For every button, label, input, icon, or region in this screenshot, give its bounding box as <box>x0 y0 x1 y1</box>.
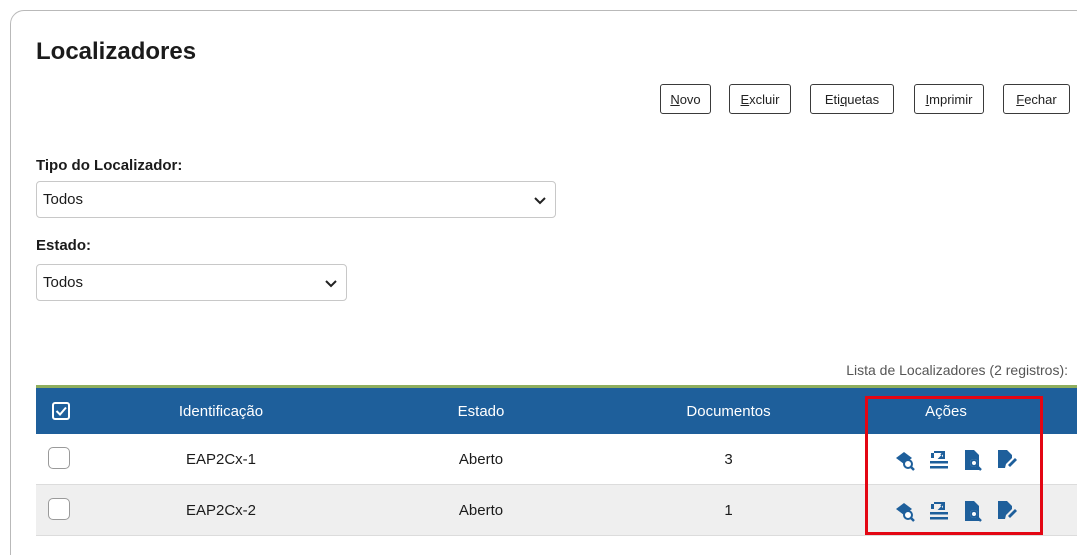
search-locator-icon[interactable] <box>894 500 916 522</box>
edit-icon[interactable] <box>996 449 1018 471</box>
table-header: Identificação Estado Documentos Ações <box>36 385 1077 434</box>
excluir-accel: E <box>740 91 750 107</box>
column-documentos[interactable]: Documentos <box>666 388 791 434</box>
estado-value: Todos <box>43 274 84 291</box>
document-search-icon[interactable] <box>962 449 984 471</box>
search-locator-icon[interactable] <box>894 449 916 471</box>
select-all-checkbox[interactable] <box>46 388 76 434</box>
table-row: EAP2Cx-2 Aberto 1 <box>36 485 1077 536</box>
novo-label: ovo <box>679 91 701 107</box>
edit-icon[interactable] <box>996 500 1018 522</box>
checkbox-checked-icon <box>52 402 70 420</box>
fechar-accel: F <box>1016 91 1025 107</box>
row-estado: Aberto <box>458 451 504 468</box>
fechar-label: echar <box>1024 91 1057 107</box>
etiquetas-label-end: uetas <box>847 91 880 107</box>
row-actions <box>886 434 1026 485</box>
tipo-localizador-value: Todos <box>43 191 84 208</box>
novo-button[interactable]: Novo <box>660 84 711 114</box>
imprimir-button[interactable]: Imprimir <box>914 84 984 114</box>
novo-accel: N <box>670 91 680 107</box>
chevron-down-icon <box>534 196 546 204</box>
chevron-down-icon <box>325 279 337 287</box>
etiquetas-accel: q <box>840 91 848 107</box>
row-identificacao: EAP2Cx-2 <box>185 502 257 519</box>
column-identificacao[interactable]: Identificação <box>146 388 296 434</box>
row-checkbox[interactable] <box>48 447 70 469</box>
row-actions <box>886 485 1026 536</box>
imprimir-label: mprimir <box>929 91 973 107</box>
row-identificacao: EAP2Cx-1 <box>185 451 257 468</box>
row-documentos: 1 <box>724 502 733 519</box>
page-title: Localizadores <box>36 38 197 65</box>
row-checkbox[interactable] <box>48 498 70 520</box>
estado-select[interactable]: Todos <box>36 264 347 301</box>
document-search-icon[interactable] <box>962 500 984 522</box>
tipo-localizador-select[interactable]: Todos <box>36 181 556 218</box>
locators-table: Identificação Estado Documentos Ações EA… <box>36 385 1077 536</box>
table-row: EAP2Cx-1 Aberto 3 <box>36 434 1077 485</box>
row-estado: Aberto <box>458 502 504 519</box>
excluir-label: xcluir <box>749 91 780 107</box>
tipo-localizador-label: Tipo do Localizador: <box>36 157 183 174</box>
list-caption: Lista de Localizadores (2 registros): <box>846 362 1068 378</box>
estado-label: Estado: <box>36 237 92 254</box>
etiquetas-button[interactable]: Eti q uetas <box>810 84 894 114</box>
row-documentos: 3 <box>724 451 733 468</box>
excluir-button[interactable]: Excluir <box>729 84 791 114</box>
etiquetas-label-start: Eti <box>824 91 841 107</box>
transfer-icon[interactable] <box>928 449 950 471</box>
column-acoes: Ações <box>925 402 967 420</box>
transfer-icon[interactable] <box>928 500 950 522</box>
column-estado[interactable]: Estado <box>421 388 541 434</box>
fechar-button[interactable]: Fechar <box>1003 84 1070 114</box>
